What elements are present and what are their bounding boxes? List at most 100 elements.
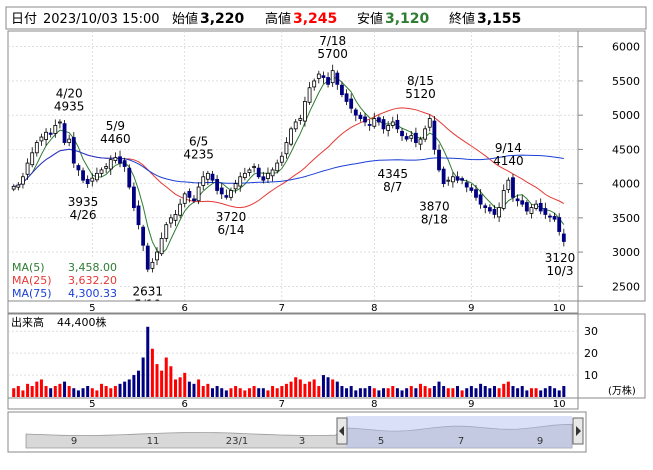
high-value: 3,245 (293, 11, 337, 27)
volume-bar (271, 386, 275, 397)
candle-body (16, 184, 21, 188)
candle-body (321, 75, 326, 78)
volume-bar (261, 388, 265, 397)
candle-body (131, 186, 136, 208)
candle-body (76, 165, 81, 171)
month-tick-label: 8 (371, 399, 377, 410)
candle-body (418, 138, 423, 145)
annotation-line2: 8/7 (383, 180, 402, 194)
volume-label: 出来高 (11, 315, 44, 329)
volume-bar (539, 390, 543, 397)
candle-body (127, 167, 132, 188)
volume-bar (340, 386, 344, 397)
candle-body (437, 149, 441, 171)
candle-body (293, 121, 298, 130)
navigator-month-label: 9 (537, 436, 543, 447)
volume-bar (432, 386, 436, 397)
annotation-line1: 4345 (378, 167, 409, 181)
volume-tick-label: 20 (584, 347, 598, 360)
annotation-line2: 4140 (493, 154, 524, 168)
volume-bar (511, 386, 515, 397)
volume-bar (442, 386, 446, 397)
month-tick-label: 8 (371, 303, 377, 314)
candle-body (266, 172, 270, 179)
candle-body (460, 178, 465, 181)
candle-body (390, 121, 395, 126)
annotation-line2: 10/3 (547, 264, 574, 278)
candle-body (344, 93, 349, 102)
navigator-month-label: 3 (299, 436, 305, 447)
header-bar: 日付 2023/10/03 15:00 始値 3,220 高値 3,245 安値… (5, 6, 647, 30)
candle-body (298, 118, 303, 121)
month-axis-bottom: 5 6 7 8 9 10 (7, 397, 579, 410)
legend-ma5-value: 3,458.00 (68, 261, 117, 274)
candle-body (464, 182, 469, 188)
candle-body (145, 245, 150, 270)
volume-bar (349, 386, 353, 397)
candle-body (25, 162, 30, 175)
navigator-month-label: 23/1 (226, 436, 248, 447)
candle-body (113, 157, 118, 161)
annotation-line2: 4460 (100, 132, 131, 146)
volume-bar (428, 388, 432, 397)
candle-body (182, 193, 187, 204)
volume-bar (224, 390, 228, 397)
stock-chart-app: 日付 2023/10/03 15:00 始値 3,220 高値 3,245 安値… (0, 0, 653, 470)
candle-body (168, 217, 173, 224)
volume-bar (543, 388, 547, 397)
volume-bar (123, 381, 127, 397)
volume-bar (229, 388, 233, 397)
navigator-left-handle[interactable] (336, 417, 348, 445)
price-tick-label: 6000 (612, 41, 640, 54)
volume-bar (405, 388, 409, 397)
range-navigator[interactable]: 9 11 23/1 3 5 7 9 (7, 411, 587, 453)
candle-body (501, 190, 506, 209)
volume-bar (72, 388, 76, 397)
volume-bar (465, 388, 469, 397)
month-tick-label: 5 (89, 399, 95, 410)
month-tick-label: 6 (182, 399, 188, 410)
volume-bar (391, 386, 395, 397)
volume-bar (377, 390, 381, 397)
close-value: 3,155 (477, 11, 521, 27)
open-label: 始値 (172, 11, 198, 27)
annotation-line1: 8/15 (407, 74, 434, 88)
legend-ma25-value: 3,632.20 (68, 274, 117, 287)
candle-body (427, 118, 432, 128)
candle-body (178, 203, 183, 216)
candle-body (497, 207, 502, 218)
candle-body (395, 119, 400, 130)
annotation-line2: 6/14 (218, 223, 245, 237)
candle-body (400, 130, 404, 137)
candle-body (122, 160, 127, 167)
navigator-right-handle[interactable] (572, 417, 584, 445)
candle-body (71, 137, 76, 164)
volume-bar (44, 386, 48, 397)
candle-body (275, 162, 280, 172)
ma-legend: MA(5) 3,458.00 MA(25) 3,632.20 MA(75) 4,… (10, 259, 118, 300)
candle-body (326, 77, 330, 85)
candle-body (159, 237, 164, 255)
candle-body (372, 118, 377, 127)
candle-body (58, 121, 62, 124)
annotation-line2: 4235 (183, 148, 214, 162)
candle-body (363, 116, 367, 123)
volume-panel: 10 20 30 出来高 44,400株 (万株) (7, 313, 646, 399)
candle-body (155, 251, 159, 261)
month-tick-label: 7 (279, 303, 285, 314)
volume-bar (303, 383, 307, 397)
volume-bar (169, 366, 173, 397)
legend-ma25-label: MA(25) (12, 274, 52, 287)
volume-bar (308, 381, 312, 397)
candle-body (529, 207, 534, 214)
candle-body (534, 203, 538, 209)
candle-body (201, 176, 206, 186)
price-tick-label: 2500 (612, 280, 640, 293)
volume-bar (67, 386, 71, 397)
candle-body (34, 142, 39, 154)
volume-bar (164, 357, 168, 397)
candle-body (413, 132, 418, 143)
candle-body (247, 169, 252, 173)
volume-bar (100, 383, 104, 397)
navigator-month-label: 11 (147, 436, 160, 447)
